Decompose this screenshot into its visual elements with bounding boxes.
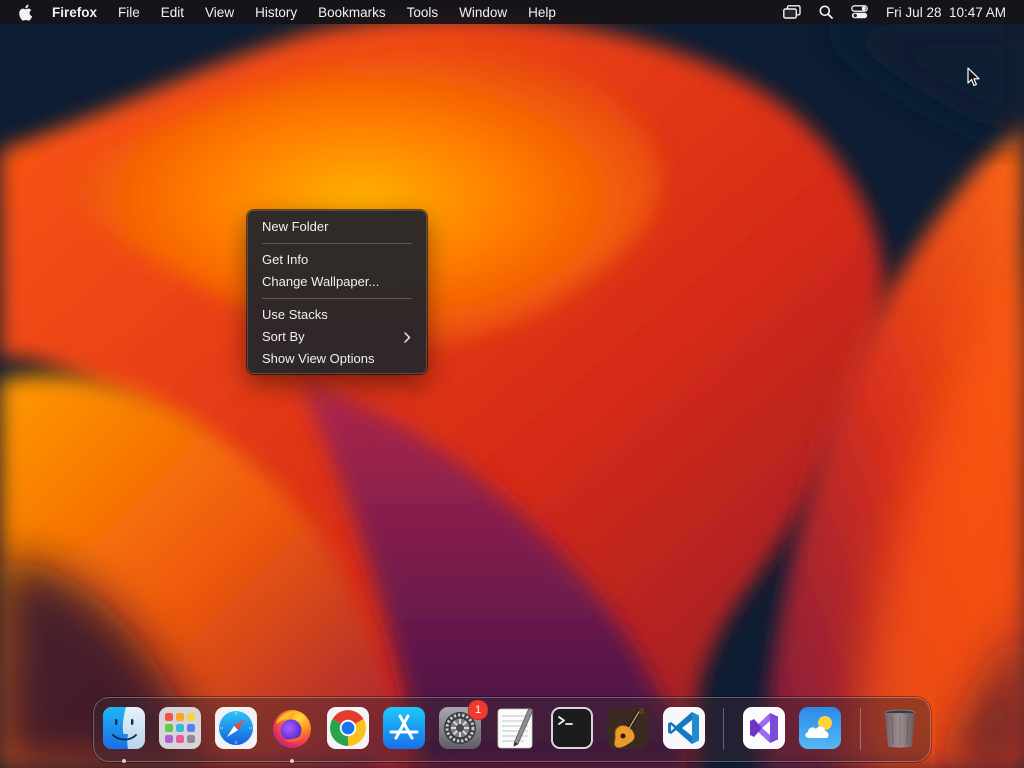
menu-separator	[262, 298, 412, 299]
menu-item-new-folder[interactable]: New Folder	[248, 216, 426, 238]
dock-app-terminal[interactable]	[550, 706, 594, 750]
dock-separator	[723, 708, 724, 750]
mouse-pointer-icon	[967, 67, 980, 87]
chevron-right-icon	[404, 326, 412, 348]
menu-item-sort-by[interactable]: Sort By	[248, 326, 426, 348]
menu-item-show-view-options[interactable]: Show View Options	[248, 348, 426, 370]
running-indicator	[122, 759, 126, 763]
status-area: Fri Jul 28 10:47 AM	[768, 4, 1014, 20]
menu-view[interactable]: View	[205, 5, 234, 20]
visual-studio-icon	[743, 707, 785, 749]
weather-icon	[799, 707, 841, 749]
menu-bar: Firefox File Edit View History Bookmarks…	[0, 0, 1024, 24]
menu-bar-clock[interactable]: Fri Jul 28 10:47 AM	[886, 5, 1006, 20]
desktop-context-menu: New Folder Get Info Change Wallpaper... …	[247, 210, 427, 374]
dock-app-textedit[interactable]	[494, 706, 538, 750]
screen-mirroring-icon[interactable]	[782, 4, 802, 20]
menu-separator	[262, 243, 412, 244]
finder-icon	[103, 707, 145, 749]
menu-item-get-info[interactable]: Get Info	[248, 249, 426, 271]
dock-app-safari[interactable]	[214, 706, 258, 750]
menu-history[interactable]: History	[255, 5, 297, 20]
firefox-icon	[273, 710, 311, 748]
desktop[interactable]: Firefox File Edit View History Bookmarks…	[0, 0, 1024, 768]
launchpad-icon	[159, 707, 201, 749]
trash-icon	[884, 709, 916, 748]
app-store-icon	[383, 707, 425, 749]
dock-app-weather[interactable]	[798, 706, 842, 750]
menu-window[interactable]: Window	[459, 5, 507, 20]
control-center-icon[interactable]	[850, 4, 870, 20]
terminal-icon	[551, 707, 593, 749]
menu-item-use-stacks[interactable]: Use Stacks	[248, 304, 426, 326]
vscode-icon	[663, 707, 705, 749]
wallpaper	[0, 0, 1024, 768]
dock: 1	[93, 697, 931, 763]
garageband-icon	[607, 707, 649, 749]
spotlight-search-icon[interactable]	[816, 4, 836, 20]
dock-separator	[860, 708, 861, 750]
running-indicator	[290, 759, 294, 763]
dock-trash[interactable]	[878, 706, 922, 750]
menu-item-change-wallpaper[interactable]: Change Wallpaper...	[248, 271, 426, 293]
notification-badge: 1	[468, 700, 488, 720]
safari-icon	[215, 707, 257, 749]
menu-bookmarks[interactable]: Bookmarks	[318, 5, 386, 20]
menu-app-name[interactable]: Firefox	[52, 5, 97, 20]
dock-app-garageband[interactable]	[606, 706, 650, 750]
chrome-icon	[327, 707, 369, 749]
dock-app-visual-studio[interactable]	[742, 706, 786, 750]
dock-app-vscode[interactable]	[662, 706, 706, 750]
dock-app-system-settings[interactable]: 1	[438, 700, 488, 750]
menu-tools[interactable]: Tools	[407, 5, 439, 20]
dock-app-chrome[interactable]	[326, 706, 370, 750]
dock-app-finder[interactable]	[102, 706, 146, 763]
menu-file[interactable]: File	[118, 5, 140, 20]
textedit-icon	[497, 707, 534, 749]
dock-app-launchpad[interactable]	[158, 706, 202, 750]
menu-item-sort-by-label: Sort By	[262, 329, 305, 344]
menu-help[interactable]: Help	[528, 5, 556, 20]
dock-app-firefox[interactable]	[270, 706, 314, 763]
apple-menu-icon[interactable]	[18, 3, 34, 21]
menu-edit[interactable]: Edit	[161, 5, 184, 20]
dock-app-app-store[interactable]	[382, 706, 426, 750]
